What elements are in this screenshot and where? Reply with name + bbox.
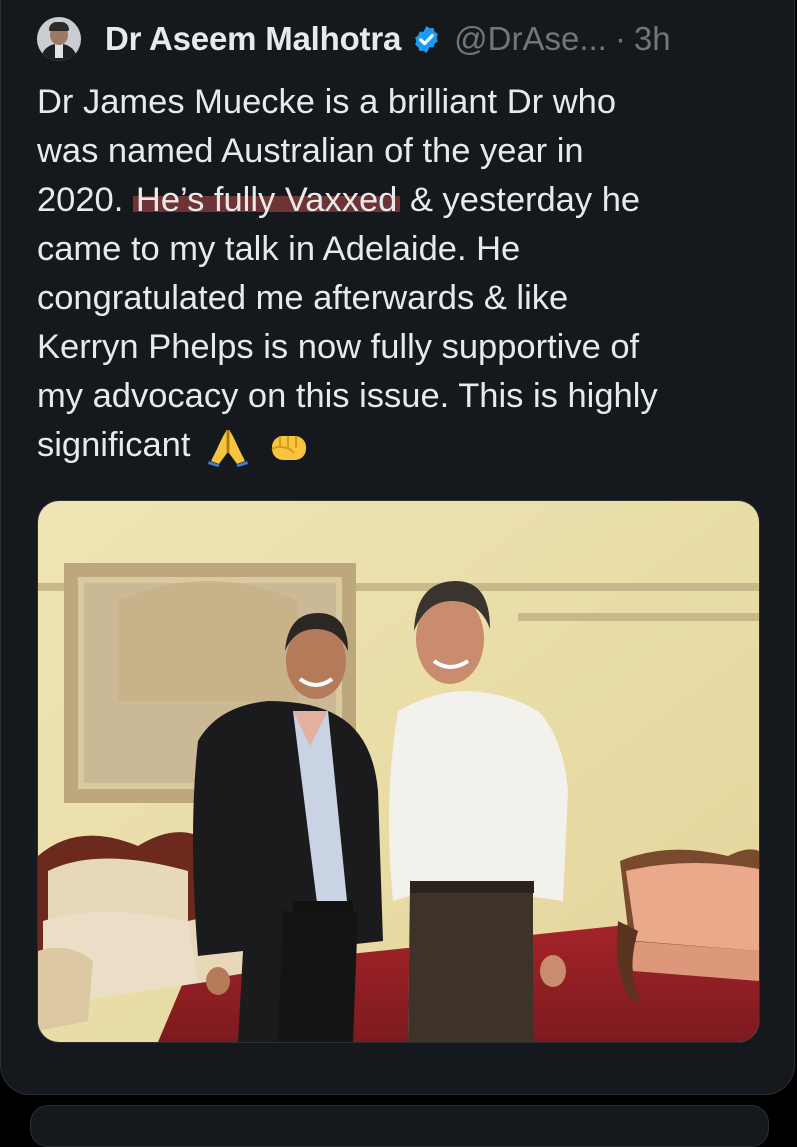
tweet-line: came to my talk in Adelaide. He bbox=[37, 230, 521, 268]
photo-image bbox=[38, 501, 759, 1042]
tweet-header: Dr Aseem Malhotra @DrAse... · 3h bbox=[37, 14, 671, 64]
tweet-card[interactable]: Dr Aseem Malhotra @DrAse... · 3h Dr James … bbox=[0, 0, 795, 1095]
tweet-line: 2020. He’s fully Vaxxed & yesterday he bbox=[37, 176, 772, 225]
handle-text[interactable]: @DrAse... bbox=[454, 20, 607, 57]
tweet-line: congratulated me afterwards & like bbox=[37, 279, 569, 317]
tweet-line: was named Australian of the year in bbox=[37, 132, 584, 170]
tweet-line: Kerryn Phelps is now fully supportive of bbox=[37, 328, 640, 366]
tweet-line: my advocacy on this issue. This is highl… bbox=[37, 377, 658, 415]
separator-dot: · bbox=[614, 20, 626, 57]
text-segment: 2020. bbox=[37, 181, 133, 219]
tweet-line: significant bbox=[37, 421, 772, 470]
fist-icon bbox=[271, 435, 306, 460]
folded-hands-icon bbox=[208, 429, 249, 467]
highlighted-text: He’s fully Vaxxed bbox=[132, 181, 401, 219]
verified-badge-icon bbox=[415, 25, 439, 53]
tweet-photo[interactable] bbox=[37, 500, 760, 1043]
text-segment: significant bbox=[37, 426, 191, 464]
next-tweet-card[interactable] bbox=[30, 1105, 769, 1147]
tweet-text: Dr James Muecke is a brilliant Dr who wa… bbox=[37, 78, 772, 470]
avatar[interactable] bbox=[37, 17, 81, 61]
author-name[interactable]: Dr Aseem Malhotra bbox=[105, 20, 401, 58]
tweet-line: Dr James Muecke is a brilliant Dr who bbox=[37, 83, 617, 121]
timestamp[interactable]: 3h bbox=[634, 20, 671, 57]
text-segment: & yesterday he bbox=[400, 181, 641, 219]
author-handle[interactable]: @DrAse... · 3h bbox=[454, 20, 670, 58]
